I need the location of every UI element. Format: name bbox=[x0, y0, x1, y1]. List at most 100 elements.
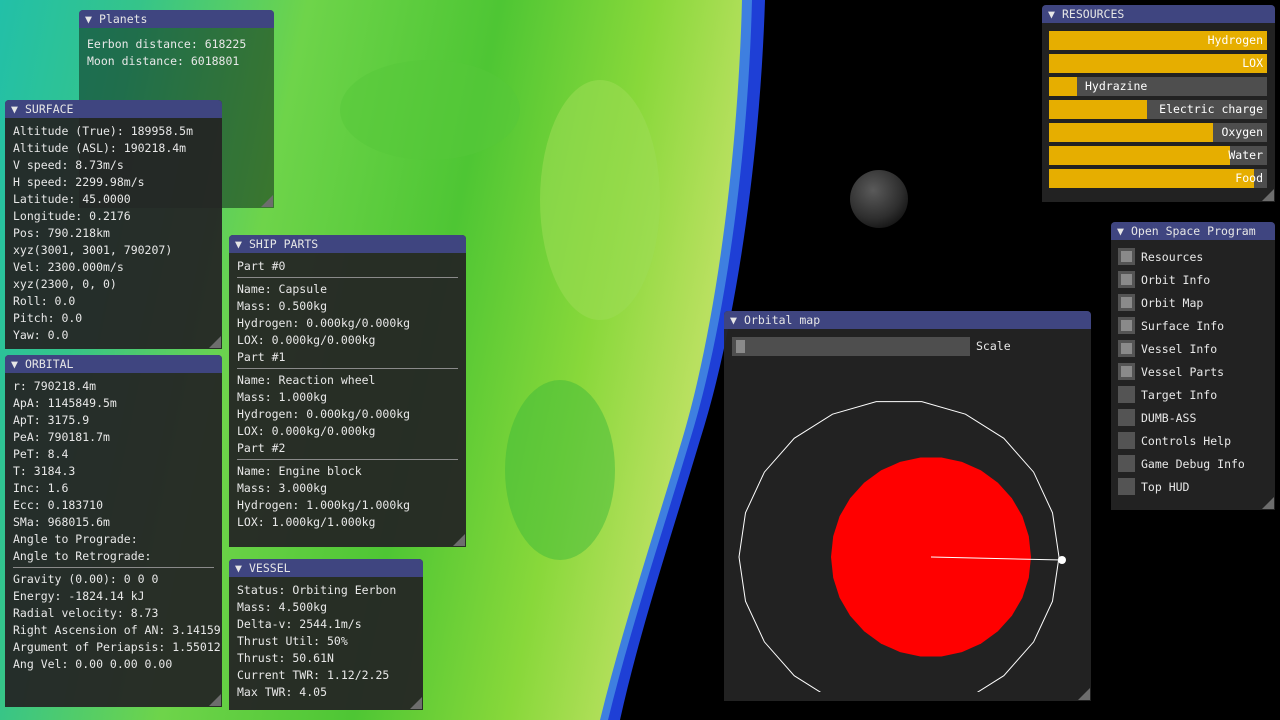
checkbox[interactable] bbox=[1118, 248, 1135, 265]
resize-grip[interactable] bbox=[1262, 189, 1274, 201]
osp-title-bar[interactable]: ▼ Open Space Program bbox=[1111, 222, 1275, 240]
collapse-arrow-icon[interactable]: ▼ bbox=[235, 559, 249, 577]
resources-title-bar[interactable]: ▼ RESOURCES bbox=[1042, 5, 1275, 23]
planets-content: Eerbon distance: 618225 Moon distance: 6… bbox=[79, 28, 274, 70]
resource-bar: LOX bbox=[1049, 54, 1267, 73]
info-line: Eerbon distance: 618225 bbox=[87, 37, 247, 51]
checkbox[interactable] bbox=[1118, 317, 1135, 334]
menu-toggle-row[interactable]: Game Debug Info bbox=[1118, 452, 1268, 475]
info-line: Altitude (ASL): 190218.4m bbox=[13, 141, 187, 155]
menu-toggle-row[interactable]: Vessel Parts bbox=[1118, 360, 1268, 383]
checkbox[interactable] bbox=[1118, 409, 1135, 426]
collapse-arrow-icon[interactable]: ▼ bbox=[1117, 222, 1131, 240]
menu-toggle-label: Resources bbox=[1141, 249, 1204, 264]
info-line: PeT: 8.4 bbox=[13, 447, 69, 461]
scale-row: Scale bbox=[732, 336, 1083, 356]
checkbox[interactable] bbox=[1118, 386, 1135, 403]
part-property: Hydrogen: 1.000kg/1.000kg bbox=[237, 498, 411, 512]
scale-slider[interactable] bbox=[732, 336, 970, 356]
info-line: Max TWR: 4.05 bbox=[237, 685, 328, 699]
menu-toggle-row[interactable]: DUMB-ASS bbox=[1118, 406, 1268, 429]
resize-grip[interactable] bbox=[261, 195, 273, 207]
resource-fill bbox=[1049, 146, 1230, 165]
planets-title-bar[interactable]: ▼ Planets bbox=[79, 10, 274, 28]
menu-toggle-row[interactable]: Resources bbox=[1118, 245, 1268, 268]
menu-toggle-row[interactable]: Top HUD bbox=[1118, 475, 1268, 498]
menu-toggle-row[interactable]: Orbit Map bbox=[1118, 291, 1268, 314]
resource-label: LOX bbox=[1242, 56, 1263, 70]
info-line: Longitude: 0.2176 bbox=[13, 209, 131, 223]
resource-label: Water bbox=[1228, 148, 1263, 162]
checkbox[interactable] bbox=[1118, 363, 1135, 380]
menu-toggle-row[interactable]: Vessel Info bbox=[1118, 337, 1268, 360]
info-line: Yaw: 0.0 bbox=[13, 328, 69, 342]
checkbox[interactable] bbox=[1118, 271, 1135, 288]
resize-grip[interactable] bbox=[1262, 497, 1274, 509]
part-property: Hydrogen: 0.000kg/0.000kg bbox=[237, 316, 411, 330]
part-property: Mass: 0.500kg bbox=[237, 299, 328, 313]
surface-window[interactable]: ▼ SURFACE Altitude (True): 189958.5m Altit… bbox=[5, 100, 222, 349]
menu-toggle-row[interactable]: Target Info bbox=[1118, 383, 1268, 406]
info-line: T: 3184.3 bbox=[13, 464, 76, 478]
part-header: Part #2 bbox=[237, 441, 286, 455]
part-property: Name: Capsule bbox=[237, 282, 328, 296]
collapse-arrow-icon[interactable]: ▼ bbox=[85, 10, 99, 28]
menu-toggle-row[interactable]: Controls Help bbox=[1118, 429, 1268, 452]
orbital-map-title-bar[interactable]: ▼ Orbital map bbox=[724, 311, 1091, 329]
info-line: Energy: -1824.14 kJ bbox=[13, 589, 145, 603]
osp-menu-window[interactable]: ▼ Open Space Program Resources Orbit Info O… bbox=[1111, 222, 1275, 510]
info-line: xyz(3001, 3001, 790207) bbox=[13, 243, 173, 257]
collapse-arrow-icon[interactable]: ▼ bbox=[1048, 5, 1062, 23]
moon bbox=[850, 170, 908, 228]
ship-parts-content: Part #0 Name: Capsule Mass: 0.500kg Hydroge… bbox=[229, 253, 466, 531]
window-title: SURFACE bbox=[25, 102, 74, 116]
ship-parts-title-bar[interactable]: ▼ SHIP PARTS bbox=[229, 235, 466, 253]
resize-grip[interactable] bbox=[453, 534, 465, 546]
resource-bar: Electric charge bbox=[1049, 100, 1267, 119]
resources-window[interactable]: ▼ RESOURCES Hydrogen LOX Hydrazine Electric … bbox=[1042, 5, 1275, 202]
surface-title-bar[interactable]: ▼ SURFACE bbox=[5, 100, 222, 118]
collapse-arrow-icon[interactable]: ▼ bbox=[730, 311, 744, 329]
collapse-arrow-icon[interactable]: ▼ bbox=[235, 235, 249, 253]
info-line: H speed: 2299.98m/s bbox=[13, 175, 145, 189]
resource-fill bbox=[1049, 123, 1213, 142]
window-title: Open Space Program bbox=[1131, 224, 1256, 238]
resize-grip[interactable] bbox=[1078, 688, 1090, 700]
checkbox[interactable] bbox=[1118, 455, 1135, 472]
vessel-window[interactable]: ▼ VESSEL Status: Orbiting Eerbon Mass: 4.5… bbox=[229, 559, 423, 710]
info-line: Angle to Prograde: bbox=[13, 532, 138, 546]
vessel-content: Status: Orbiting Eerbon Mass: 4.500kg Delt… bbox=[229, 577, 423, 701]
checkbox[interactable] bbox=[1118, 432, 1135, 449]
scale-label: Scale bbox=[976, 339, 1011, 353]
collapse-arrow-icon[interactable]: ▼ bbox=[11, 355, 25, 373]
window-title: VESSEL bbox=[249, 561, 291, 575]
info-line: Mass: 4.500kg bbox=[237, 600, 328, 614]
orbital-elements: r: 790218.4m ApA: 1145849.5m ApT: 3175.9 Pe… bbox=[13, 378, 214, 565]
orbital-map-window[interactable]: ▼ Orbital map Scale bbox=[724, 311, 1091, 701]
orbital-window[interactable]: ▼ ORBITAL r: 790218.4m ApA: 1145849.5m ApT:… bbox=[5, 355, 222, 707]
window-title: RESOURCES bbox=[1062, 7, 1125, 21]
resource-label: Hydrogen bbox=[1207, 33, 1263, 47]
part-header: Part #0 bbox=[237, 259, 286, 273]
checkbox[interactable] bbox=[1118, 294, 1135, 311]
info-line: Right Ascension of AN: 3.14159 bbox=[13, 623, 221, 637]
resize-grip[interactable] bbox=[209, 694, 221, 706]
resize-grip[interactable] bbox=[209, 336, 221, 348]
checkbox[interactable] bbox=[1118, 340, 1135, 357]
checkbox[interactable] bbox=[1118, 478, 1135, 495]
ship-parts-window[interactable]: ▼ SHIP PARTS Part #0 Name: Capsule Mass: 0.… bbox=[229, 235, 466, 547]
orbital-title-bar[interactable]: ▼ ORBITAL bbox=[5, 355, 222, 373]
resize-grip[interactable] bbox=[410, 697, 422, 709]
resource-fill bbox=[1049, 77, 1078, 96]
menu-toggle-row[interactable]: Orbit Info bbox=[1118, 268, 1268, 291]
vessel-title-bar[interactable]: ▼ VESSEL bbox=[229, 559, 423, 577]
slider-grab[interactable] bbox=[736, 339, 745, 353]
collapse-arrow-icon[interactable]: ▼ bbox=[11, 100, 25, 118]
info-line: Ecc: 0.183710 bbox=[13, 498, 104, 512]
resource-label: Hydrazine bbox=[1085, 79, 1148, 93]
info-line: Current TWR: 1.12/2.25 bbox=[237, 668, 390, 682]
resource-bar: Water bbox=[1049, 146, 1267, 165]
menu-toggle-label: Surface Info bbox=[1141, 318, 1225, 333]
part-property: Mass: 1.000kg bbox=[237, 390, 328, 404]
menu-toggle-row[interactable]: Surface Info bbox=[1118, 314, 1268, 337]
